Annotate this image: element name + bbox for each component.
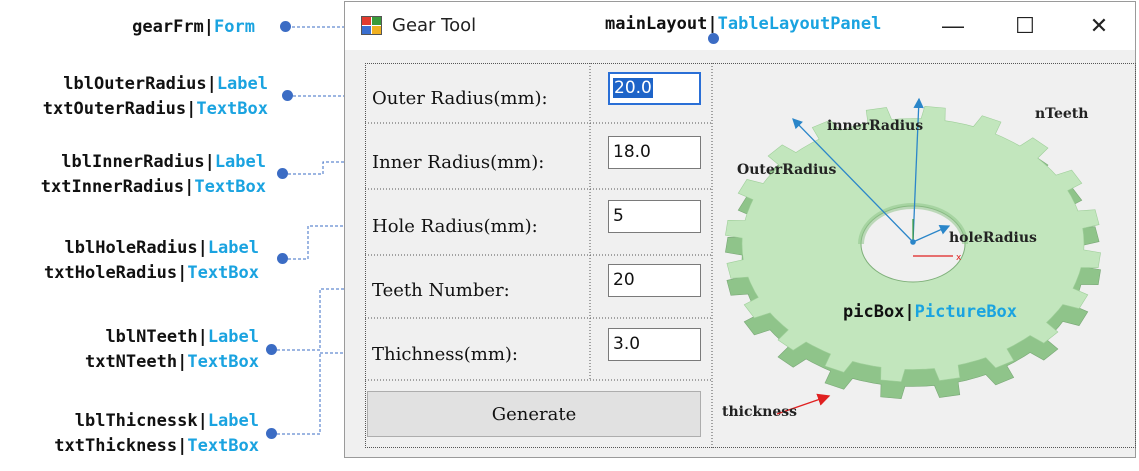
x-axis-label: x: [956, 253, 962, 263]
annotation-picture: picBox|PictureBox: [843, 302, 1018, 322]
inner-radius-label: Inner Radius(mm):: [372, 152, 545, 173]
annotation-teeth: lblNTeeth|Label txtNTeeth|TextBox: [84, 327, 259, 372]
annotation-form: gearFrm|Form: [60, 15, 255, 40]
hole-radius-label: Hole Radius(mm):: [372, 216, 538, 237]
thickness-label: Thichness(mm):: [372, 344, 518, 365]
teeth-number-input[interactable]: 20: [608, 264, 701, 297]
connector-dot: [277, 168, 288, 179]
connector-dot: [266, 344, 277, 355]
connector-dot: [280, 21, 291, 32]
thickness-input[interactable]: 3.0: [608, 328, 701, 361]
outer-radius-input[interactable]: 20.0: [608, 72, 701, 105]
annotation-hole: lblHoleRadius|Label txtHoleRadius|TextBo…: [44, 238, 259, 283]
connector-dot: [266, 428, 277, 439]
annotation-name: gearFrm: [132, 17, 204, 37]
outer-radius-value: 20.0: [613, 78, 653, 98]
annotation-thickness: lblThicnessk|Label txtThickness|TextBox: [54, 411, 259, 456]
inner-radius-caption: innerRadius: [827, 118, 924, 134]
annotation-inner: lblInnerRadius|Label txtInnerRadius|Text…: [40, 152, 266, 197]
teeth-caption: nTeeth: [1035, 106, 1089, 122]
outer-radius-caption: OuterRadius: [737, 162, 837, 178]
annotation-outer: lblOuterRadius|Label txtOuterRadius|Text…: [42, 74, 268, 119]
connector-dot: [277, 253, 288, 264]
annotation-type: Form: [214, 17, 255, 37]
inner-radius-input[interactable]: 18.0: [608, 136, 701, 169]
hole-radius-input[interactable]: 5: [608, 200, 701, 233]
generate-button[interactable]: Generate: [367, 391, 701, 437]
connector-dot: [282, 90, 293, 101]
outer-radius-label: Outer Radius(mm):: [372, 88, 548, 109]
teeth-number-label: Teeth Number:: [372, 280, 510, 301]
thickness-caption: thickness: [722, 404, 798, 420]
hole-radius-caption: holeRadius: [949, 230, 1037, 246]
gear-form-window: Gear Tool — ☐ ✕ mainLayout|TableLayoutPa…: [344, 1, 1136, 458]
annotation-separator: |: [203, 17, 215, 37]
